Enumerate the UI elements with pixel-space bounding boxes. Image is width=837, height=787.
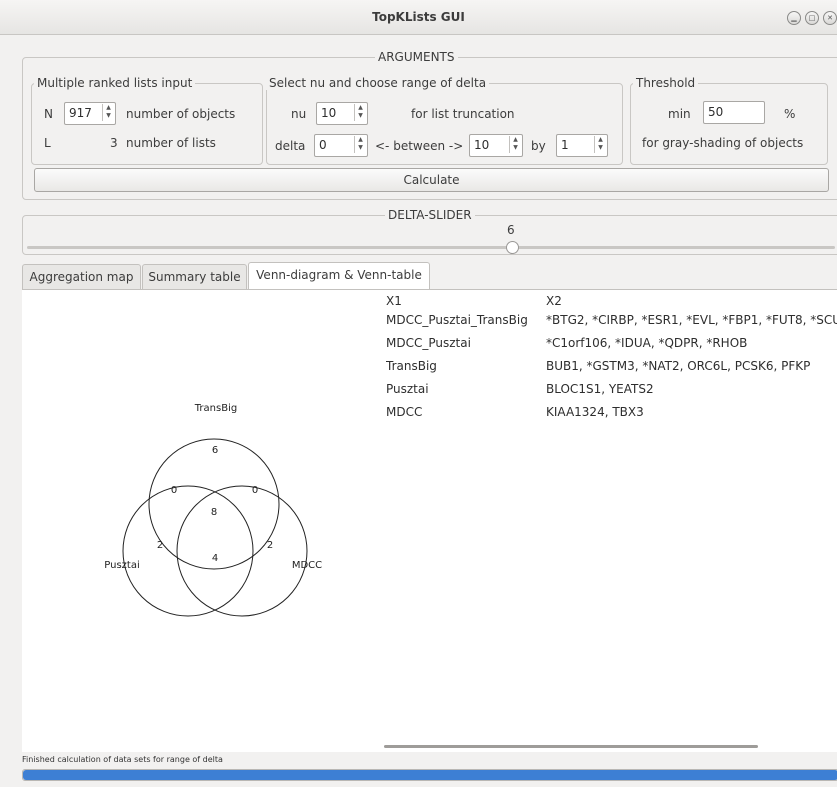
table-cell-x1: Pusztai — [386, 382, 429, 396]
close-icon[interactable]: ✕ — [823, 11, 837, 25]
delta-slider-track[interactable] — [27, 246, 835, 249]
venn-count-pusztai-only: 2 — [157, 540, 163, 551]
table-horizontal-scrollbar[interactable] — [384, 745, 758, 748]
n-desc: number of objects — [126, 107, 236, 121]
calculate-button[interactable]: Calculate — [34, 168, 829, 192]
table-cell-x2: *BTG2, *CIRBP, *ESR1, *EVL, *FBP1, *FUT8… — [546, 313, 837, 327]
percent-unit: % — [784, 107, 796, 121]
l-label: L — [44, 136, 51, 150]
nu-spinbox[interactable]: 10 ▲ ▼ — [316, 102, 368, 125]
tab-venn-diagram[interactable]: Venn-diagram & Venn-table — [248, 262, 430, 289]
table-cell-x2: BUB1, *GSTM3, *NAT2, ORC6L, PCSK6, PFKP — [546, 359, 811, 373]
l-value: 3 — [110, 136, 118, 150]
venn-circle-transbig — [148, 438, 280, 570]
table-row[interactable]: MDCC_Pusztai *C1orf106, *IDUA, *QDPR, *R… — [384, 332, 837, 356]
progress-bar-fill — [23, 770, 837, 780]
nu-label: nu — [291, 107, 307, 121]
between-value: 10 — [474, 138, 490, 152]
by-label: by — [531, 139, 546, 153]
tab-summary-table[interactable]: Summary table — [142, 264, 247, 289]
table-cell-x1: TransBig — [386, 359, 437, 373]
title-bar: TopKLists GUI ▁ □ ✕ — [0, 0, 837, 35]
spin-arrows-icon[interactable]: ▲ ▼ — [509, 136, 521, 153]
venn-count-transbig-only: 6 — [212, 445, 218, 456]
spin-arrows-icon[interactable]: ▲ ▼ — [354, 136, 366, 153]
n-label: N — [44, 107, 53, 121]
delta-slider-value: 6 — [507, 223, 515, 237]
status-text: Finished calculation of data sets for ra… — [22, 755, 223, 764]
min-label: min — [668, 107, 691, 121]
venn-circle-pusztai — [122, 485, 254, 617]
nu-value: 10 — [321, 106, 337, 120]
table-cell-x2: *C1orf106, *IDUA, *QDPR, *RHOB — [546, 336, 748, 350]
by-value: 1 — [561, 138, 569, 152]
table-cell-x1: MDCC — [386, 405, 423, 419]
progress-bar — [22, 769, 837, 781]
spin-arrows-icon[interactable]: ▲ ▼ — [594, 136, 606, 153]
min-value: 50 — [708, 105, 724, 119]
maximize-icon[interactable]: □ — [805, 11, 819, 25]
by-spinbox[interactable]: 1 ▲ ▼ — [556, 134, 608, 157]
venn-table: X1 X2 MDCC_Pusztai_TransBig *BTG2, *CIRB… — [384, 290, 837, 750]
column-header-x1: X1 — [386, 294, 402, 308]
venn-circle-mdcc — [176, 485, 308, 617]
delta-slider-title: DELTA-SLIDER — [385, 208, 475, 222]
venn-diagram: TransBig Pusztai MDCC 6 0 0 8 2 2 4 — [104, 403, 322, 617]
venn-count-pusztai-mdcc: 4 — [212, 553, 218, 564]
tab-aggregation-map[interactable]: Aggregation map — [22, 264, 141, 289]
delta-slider-handle[interactable] — [505, 241, 519, 254]
table-cell-x2: KIAA1324, TBX3 — [546, 405, 644, 419]
minimize-icon[interactable]: ▁ — [787, 11, 801, 25]
threshold-desc: for gray-shading of objects — [642, 136, 804, 150]
venn-count-transbig-pusztai: 0 — [171, 485, 177, 496]
table-cell-x1: MDCC_Pusztai_TransBig — [386, 313, 528, 327]
n-value: 917 — [69, 106, 92, 120]
between-label: <- between -> — [375, 139, 464, 153]
n-spinbox[interactable]: 917 ▲ ▼ — [64, 102, 116, 125]
table-row[interactable]: Pusztai BLOC1S1, YEATS2 — [384, 378, 837, 402]
table-row[interactable]: MDCC_Pusztai_TransBig *BTG2, *CIRBP, *ES… — [384, 309, 837, 333]
table-cell-x2: BLOC1S1, YEATS2 — [546, 382, 654, 396]
venn-count-transbig-mdcc: 0 — [252, 485, 258, 496]
table-cell-x1: MDCC_Pusztai — [386, 336, 471, 350]
between-spinbox[interactable]: 10 ▲ ▼ — [469, 134, 523, 157]
nu-desc: for list truncation — [411, 107, 515, 121]
delta-value: 0 — [319, 138, 327, 152]
spin-arrows-icon[interactable]: ▲ ▼ — [102, 104, 114, 121]
venn-label-transbig: TransBig — [194, 403, 237, 414]
table-row[interactable]: TransBig BUB1, *GSTM3, *NAT2, ORC6L, PCS… — [384, 355, 837, 379]
l-desc: number of lists — [126, 136, 216, 150]
venn-label-mdcc: MDCC — [292, 560, 322, 571]
nu-group-title: Select nu and choose range of delta — [266, 76, 490, 90]
table-row[interactable]: MDCC KIAA1324, TBX3 — [384, 401, 837, 425]
spin-arrows-icon[interactable]: ▲ ▼ — [354, 104, 366, 121]
input-group-title: Multiple ranked lists input — [34, 76, 196, 90]
venn-label-pusztai: Pusztai — [104, 560, 139, 571]
min-input[interactable]: 50 — [703, 101, 765, 124]
arguments-title: ARGUMENTS — [375, 50, 458, 64]
venn-count-all: 8 — [211, 507, 217, 518]
venn-count-mdcc-only: 2 — [267, 540, 273, 551]
column-header-x2: X2 — [546, 294, 562, 308]
delta-spinbox[interactable]: 0 ▲ ▼ — [314, 134, 368, 157]
delta-label: delta — [275, 139, 306, 153]
window-title: TopKLists GUI — [372, 10, 465, 24]
threshold-group — [630, 83, 828, 165]
threshold-title: Threshold — [633, 76, 699, 90]
